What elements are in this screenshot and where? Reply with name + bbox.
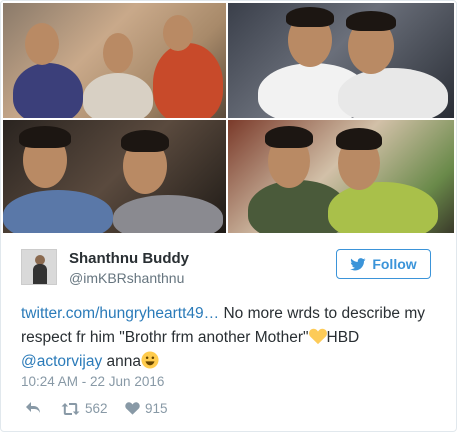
tweet-text: twitter.com/hungryheartt49… No more wrds…	[21, 302, 441, 374]
tweet-actions: 562 915	[21, 401, 321, 421]
tweet-card: Shanthnu Buddy @imKBRshanthnu Follow twi…	[0, 0, 457, 432]
person-hair	[286, 7, 334, 27]
photo-3[interactable]	[3, 120, 226, 233]
photo-2[interactable]	[228, 3, 454, 118]
person-figure	[328, 182, 438, 233]
smiley-emoji	[141, 351, 159, 369]
person-hair	[336, 128, 382, 150]
tweet-text-part2: HBD	[326, 329, 360, 346]
person-figure	[338, 68, 448, 118]
person-hair	[265, 126, 313, 148]
person-figure	[3, 190, 113, 233]
follow-button[interactable]: Follow	[336, 249, 431, 279]
yellow-heart-emoji	[308, 328, 327, 345]
retweet-button[interactable]: 562	[61, 401, 108, 416]
like-button[interactable]: 915	[125, 401, 168, 416]
photo-grid	[3, 3, 454, 233]
tweet-text-part3: anna	[102, 353, 142, 370]
follow-label: Follow	[372, 256, 417, 272]
photo-4[interactable]	[228, 120, 454, 233]
tweet-author: Shanthnu Buddy @imKBRshanthnu Follow	[21, 249, 441, 289]
person-figure	[83, 73, 153, 118]
person-hair	[19, 126, 71, 148]
author-handle[interactable]: @imKBRshanthnu	[69, 270, 184, 286]
person-figure	[113, 195, 223, 233]
person-figure	[153, 43, 223, 118]
tweet-link[interactable]: twitter.com/hungryheartt49…	[21, 305, 219, 322]
retweet-icon	[61, 402, 80, 415]
person-head	[25, 23, 59, 65]
retweet-count: 562	[85, 401, 108, 416]
like-count: 915	[145, 401, 168, 416]
person-hair	[346, 11, 396, 31]
person-head	[163, 15, 193, 51]
person-figure	[13, 63, 83, 118]
tweet-timestamp[interactable]: 10:24 AM - 22 Jun 2016	[21, 374, 164, 389]
reply-icon	[26, 402, 40, 413]
mention-link[interactable]: @actorvijay	[21, 353, 102, 370]
avatar[interactable]	[21, 249, 57, 285]
person-head	[103, 33, 133, 73]
person-hair	[121, 130, 169, 152]
twitter-bird-icon	[350, 257, 366, 270]
reply-button[interactable]	[25, 401, 41, 415]
photo-1[interactable]	[3, 3, 226, 118]
author-name[interactable]: Shanthnu Buddy	[69, 250, 189, 267]
heart-icon	[125, 402, 140, 415]
